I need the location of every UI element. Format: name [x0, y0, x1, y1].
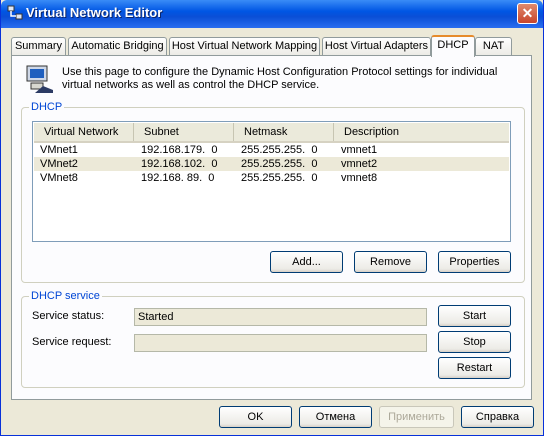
info-text: Use this page to configure the Dynamic H… — [62, 66, 498, 91]
table-row[interactable]: VMnet2 192.168.102. 0 255.255.255. 0 vmn… — [34, 157, 509, 171]
service-request-label: Service request: — [32, 336, 112, 348]
ok-button[interactable]: OK — [219, 406, 292, 428]
apply-button[interactable]: Применить — [379, 406, 454, 428]
close-icon: ✕ — [521, 5, 534, 21]
column-header-subnet[interactable]: Subnet — [134, 123, 234, 141]
tab-dhcp[interactable]: DHCP — [431, 35, 475, 57]
cancel-button[interactable]: Отмена — [299, 406, 372, 428]
dhcp-service-group-label: DHCP service — [29, 290, 102, 302]
network-app-icon — [7, 5, 23, 20]
cell-subnet: 192.168. 89. 0 — [141, 172, 215, 184]
tab-host-virtual-network-mapping[interactable]: Host Virtual Network Mapping — [169, 37, 320, 55]
dhcp-network-list[interactable]: Virtual Network Subnet Netmask Descripti… — [32, 121, 511, 242]
virtual-network-editor-window: Virtual Network Editor ✕ Summary Automat… — [0, 0, 544, 436]
service-status-label: Service status: — [32, 310, 105, 322]
computer-network-icon — [26, 65, 53, 93]
tab-automatic-bridging[interactable]: Automatic Bridging — [68, 37, 167, 55]
service-status-field: Started — [134, 308, 427, 326]
service-request-field — [134, 334, 427, 352]
window-title: Virtual Network Editor — [26, 5, 163, 20]
cell-virtual-network: VMnet8 — [40, 172, 78, 184]
cell-description: vmnet8 — [341, 172, 378, 184]
tab-nat[interactable]: NAT — [475, 37, 512, 55]
cell-netmask: 255.255.255. 0 — [241, 158, 318, 170]
table-row[interactable]: VMnet8 192.168. 89. 0 255.255.255. 0 vmn… — [34, 171, 509, 185]
remove-button[interactable]: Remove — [354, 251, 427, 273]
stop-button[interactable]: Stop — [438, 331, 511, 353]
title-bar[interactable]: Virtual Network Editor ✕ — [1, 0, 543, 28]
tab-host-virtual-adapters[interactable]: Host Virtual Adapters — [322, 37, 431, 55]
cell-netmask: 255.255.255. 0 — [241, 144, 318, 156]
cell-subnet: 192.168.179. 0 — [141, 144, 218, 156]
list-header: Virtual Network Subnet Netmask Descripti… — [34, 123, 509, 143]
cell-subnet: 192.168.102. 0 — [141, 158, 218, 170]
dhcp-group-label: DHCP — [29, 101, 65, 113]
start-button[interactable]: Start — [438, 305, 511, 327]
close-button[interactable]: ✕ — [517, 3, 538, 24]
column-header-netmask[interactable]: Netmask — [234, 123, 334, 141]
column-header-virtual-network[interactable]: Virtual Network — [34, 123, 134, 141]
column-header-description[interactable]: Description — [334, 123, 509, 141]
cell-virtual-network: VMnet2 — [40, 158, 78, 170]
table-row[interactable]: VMnet1 192.168.179. 0 255.255.255. 0 vmn… — [34, 143, 509, 157]
cell-netmask: 255.255.255. 0 — [241, 172, 318, 184]
cell-virtual-network: VMnet1 — [40, 144, 78, 156]
cell-description: vmnet1 — [341, 144, 378, 156]
add-button[interactable]: Add... — [270, 251, 343, 273]
cell-description: vmnet2 — [341, 158, 378, 170]
help-button[interactable]: Справка — [461, 406, 534, 428]
properties-button[interactable]: Properties — [438, 251, 511, 273]
tab-summary[interactable]: Summary — [11, 37, 66, 55]
restart-button[interactable]: Restart — [438, 357, 511, 379]
